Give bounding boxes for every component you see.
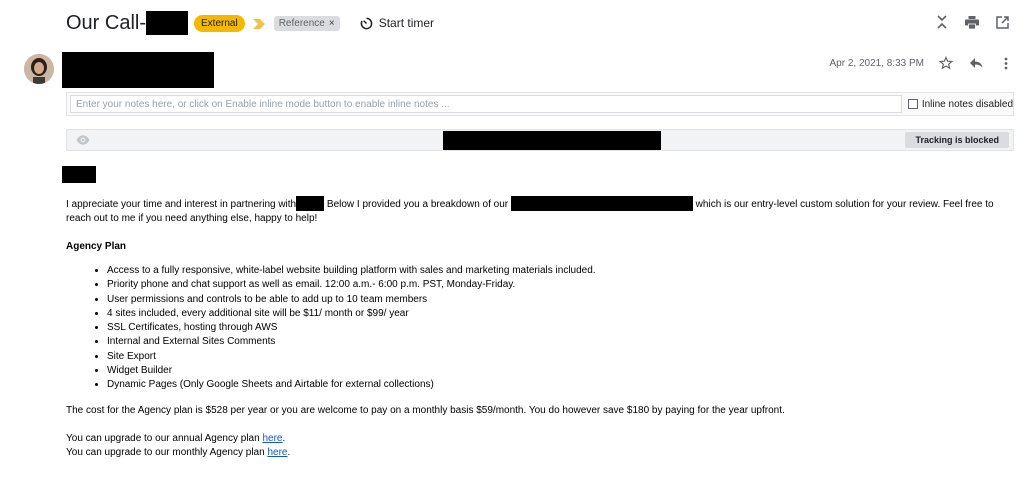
period: . bbox=[287, 446, 291, 458]
feature-item: Dynamic Pages (Only Google Sheets and Ai… bbox=[107, 378, 1012, 392]
inline-notes-toggle[interactable]: Inline notes disabled bbox=[907, 98, 1014, 110]
upgrade-monthly-text: You can upgrade to our monthly Agency pl… bbox=[66, 446, 268, 458]
upgrade-monthly-line: You can upgrade to our monthly Agency pl… bbox=[66, 446, 1012, 460]
feature-item: SSL Certificates, hosting through AWS bbox=[107, 321, 1012, 335]
tracking-bar: Tracking is blocked bbox=[66, 129, 1014, 151]
start-timer-button[interactable]: Start timer bbox=[360, 16, 434, 30]
email-body: I appreciate your time and interest in p… bbox=[62, 166, 1012, 460]
upgrade-annual-line: You can upgrade to our annual Agency pla… bbox=[66, 432, 1012, 446]
start-timer-label: Start timer bbox=[378, 16, 435, 30]
feature-item: User permissions and controls to be able… bbox=[107, 293, 1012, 307]
notes-bar: Inline notes disabled bbox=[66, 92, 1014, 116]
more-vertical-icon[interactable] bbox=[998, 55, 1014, 71]
intro-paragraph: I appreciate your time and interest in p… bbox=[66, 196, 1012, 226]
tracking-blocked-button[interactable]: Tracking is blocked bbox=[905, 132, 1009, 148]
label-reference[interactable]: Reference × bbox=[273, 15, 340, 31]
email-subject: Our Call- bbox=[66, 11, 147, 34]
cost-paragraph: The cost for the Agency plan is $528 per… bbox=[66, 404, 785, 416]
feature-item: Priority phone and chat support as well … bbox=[107, 278, 1012, 292]
notes-input[interactable] bbox=[70, 95, 902, 113]
eye-icon bbox=[76, 133, 90, 147]
reply-icon[interactable] bbox=[968, 55, 984, 71]
inline-notes-label: Inline notes disabled bbox=[921, 98, 1014, 110]
sender-redaction bbox=[62, 52, 214, 88]
label-reference-text: Reference bbox=[278, 17, 325, 29]
greeting-redaction bbox=[62, 166, 96, 183]
upgrade-annual-text: You can upgrade to our annual Agency pla… bbox=[66, 432, 263, 444]
open-new-window-icon[interactable] bbox=[994, 14, 1010, 30]
feature-item: Access to a fully responsive, white-labe… bbox=[107, 264, 1012, 278]
thread-actions bbox=[934, 14, 1010, 30]
importance-arrow-icon[interactable] bbox=[252, 17, 266, 29]
feature-item: Widget Builder bbox=[107, 364, 1012, 378]
collapse-all-icon[interactable] bbox=[934, 14, 950, 30]
remove-label-icon[interactable]: × bbox=[329, 18, 335, 29]
subject-redaction bbox=[146, 11, 189, 35]
feature-list: Access to a fully responsive, white-labe… bbox=[107, 264, 1012, 393]
message-date: Apr 2, 2021, 8:33 PM bbox=[829, 57, 924, 69]
intro-text-2: Below I provided you a breakdown of our bbox=[324, 199, 511, 210]
timer-icon bbox=[360, 17, 373, 30]
sender-avatar[interactable] bbox=[24, 54, 54, 84]
feature-item: Internal and External Sites Comments bbox=[107, 335, 1012, 349]
feature-item: Site Export bbox=[107, 350, 1012, 364]
company-redaction bbox=[296, 196, 325, 211]
upgrade-monthly-link[interactable]: here bbox=[267, 447, 287, 458]
print-icon[interactable] bbox=[964, 14, 980, 30]
upgrade-annual-link[interactable]: here bbox=[262, 433, 282, 444]
thread-header: Our Call- External Reference × Start tim… bbox=[66, 8, 434, 38]
period: . bbox=[282, 432, 286, 444]
message-meta: Apr 2, 2021, 8:33 PM bbox=[829, 55, 1014, 71]
tracking-redaction bbox=[443, 131, 661, 150]
intro-text-1: I appreciate your time and interest in p… bbox=[66, 199, 297, 210]
inline-notes-checkbox[interactable] bbox=[907, 99, 918, 109]
star-icon[interactable] bbox=[938, 55, 954, 71]
external-badge[interactable]: External bbox=[194, 14, 245, 32]
plan-name-redaction bbox=[510, 196, 693, 211]
feature-item: 4 sites included, every additional site … bbox=[107, 307, 1012, 321]
plan-title: Agency Plan bbox=[66, 241, 127, 252]
